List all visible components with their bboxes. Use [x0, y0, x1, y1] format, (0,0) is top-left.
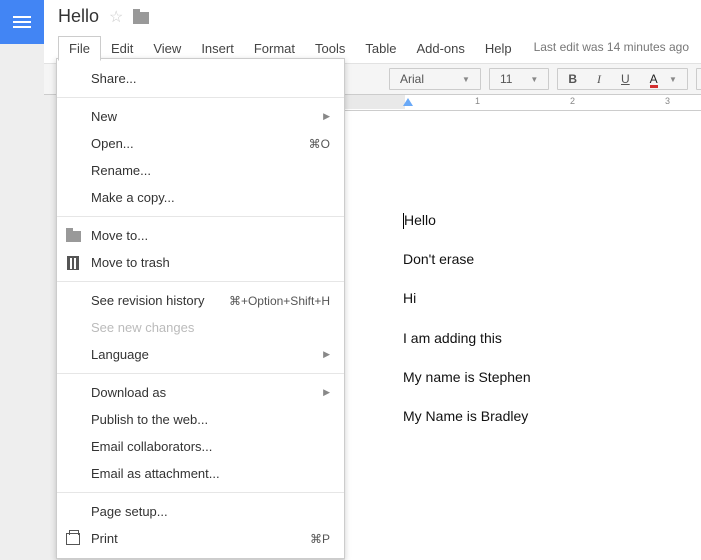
doc-line[interactable]: My Name is Bradley [403, 407, 701, 425]
ruler-tick: 1 [475, 96, 480, 106]
menu-tools[interactable]: Tools [305, 37, 355, 60]
trash-icon [65, 255, 81, 271]
menu-item-open[interactable]: Open...⌘O [57, 130, 344, 157]
ruler-tick: 2 [570, 96, 575, 106]
chevron-down-icon: ▼ [669, 75, 677, 84]
separator [57, 373, 344, 374]
file-menu-dropdown: Share... New▶ Open...⌘O Rename... Make a… [56, 58, 345, 559]
font-picker[interactable]: Arial ▼ [389, 68, 481, 90]
menu-item-publish[interactable]: Publish to the web... [57, 406, 344, 433]
menu-table[interactable]: Table [355, 37, 406, 60]
document-page[interactable]: Hello Don't erase Hi I am adding this My… [345, 111, 701, 560]
menu-item-language[interactable]: Language▶ [57, 341, 344, 368]
menu-icon [13, 21, 31, 23]
separator [57, 281, 344, 282]
menu-view[interactable]: View [143, 37, 191, 60]
menu-item-rename[interactable]: Rename... [57, 157, 344, 184]
menu-item-download-as[interactable]: Download as▶ [57, 379, 344, 406]
font-size: 11 [500, 72, 512, 86]
bold-button[interactable]: B [558, 69, 587, 89]
font-size-picker[interactable]: 11 ▼ [489, 68, 549, 90]
menu-item-see-new-changes: See new changes [57, 314, 344, 341]
last-edit-text[interactable]: Last edit was 14 minutes ago [534, 40, 689, 54]
menu-format[interactable]: Format [244, 37, 305, 60]
separator [57, 97, 344, 98]
menu-insert[interactable]: Insert [191, 37, 244, 60]
docs-home-button[interactable] [0, 0, 44, 44]
menu-item-new[interactable]: New▶ [57, 103, 344, 130]
menu-file[interactable]: File [58, 36, 101, 61]
submenu-arrow-icon: ▶ [323, 387, 330, 398]
menu-item-email-collaborators[interactable]: Email collaborators... [57, 433, 344, 460]
submenu-arrow-icon: ▶ [323, 111, 330, 122]
separator [57, 492, 344, 493]
menu-item-share[interactable]: Share... [57, 65, 344, 92]
doc-line[interactable]: Don't erase [403, 250, 701, 268]
doc-line[interactable]: Hello [403, 211, 701, 229]
menu-item-print[interactable]: Print⌘P [57, 525, 344, 552]
menu-item-move-to-trash[interactable]: Move to trash [57, 249, 344, 276]
separator [57, 216, 344, 217]
text-color-button[interactable]: A ▼ [640, 69, 687, 89]
italic-button[interactable]: I [587, 69, 611, 89]
menu-item-page-setup[interactable]: Page setup... [57, 498, 344, 525]
folder-icon [65, 228, 81, 244]
folder-icon[interactable] [133, 12, 149, 24]
star-icon[interactable]: ☆ [109, 7, 123, 27]
menu-item-move-to[interactable]: Move to... [57, 222, 344, 249]
menu-item-make-copy[interactable]: Make a copy... [57, 184, 344, 211]
menu-item-email-attachment[interactable]: Email as attachment... [57, 460, 344, 487]
menu-item-revision-history[interactable]: See revision history⌘+Option+Shift+H [57, 287, 344, 314]
font-name: Arial [400, 72, 424, 86]
chevron-down-icon: ▼ [462, 75, 470, 84]
doc-line[interactable]: My name is Stephen [403, 368, 701, 386]
menu-addons[interactable]: Add-ons [406, 37, 474, 60]
insert-link-button[interactable]: ⚭ [697, 69, 701, 89]
ruler-tick: 3 [665, 96, 670, 106]
indent-marker-icon[interactable] [403, 98, 413, 106]
doc-line[interactable]: I am adding this [403, 329, 701, 347]
underline-button[interactable]: U [611, 69, 640, 89]
doc-line[interactable]: Hi [403, 289, 701, 307]
horizontal-ruler[interactable]: 1 2 3 [345, 95, 701, 111]
print-icon [65, 531, 81, 547]
menu-help[interactable]: Help [475, 37, 522, 60]
document-title[interactable]: Hello [58, 6, 99, 27]
menu-edit[interactable]: Edit [101, 37, 143, 60]
submenu-arrow-icon: ▶ [323, 349, 330, 360]
chevron-down-icon: ▼ [530, 75, 538, 84]
